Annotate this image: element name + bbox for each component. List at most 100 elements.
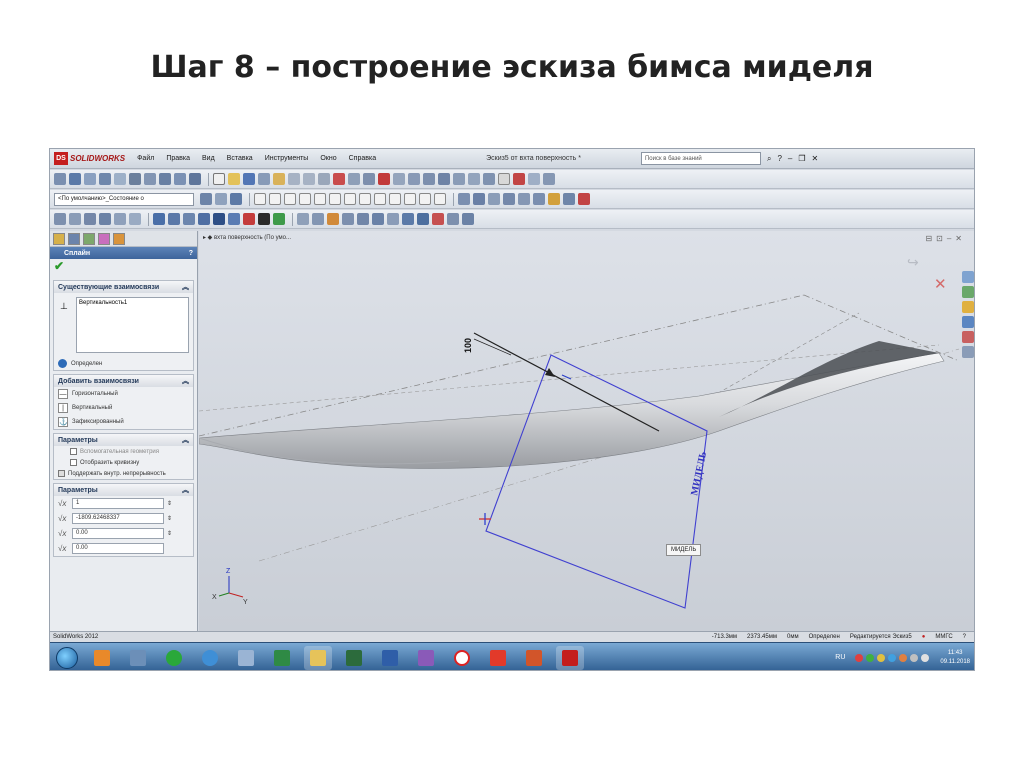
tray-icon[interactable] xyxy=(877,653,886,662)
add-relations-header[interactable]: Добавить взаимосвязи ︽ xyxy=(54,375,193,387)
paste-icon[interactable] xyxy=(303,173,315,185)
draft-analysis-icon[interactable] xyxy=(273,213,285,225)
taskbar-app-folder[interactable] xyxy=(304,645,332,670)
spinner-icon[interactable]: ⇕ xyxy=(167,515,172,522)
curvature-checkbox[interactable] xyxy=(70,459,77,466)
shaded-icon[interactable] xyxy=(153,213,165,225)
relation-fixed[interactable]: ⚓ Зафиксированный xyxy=(54,415,193,429)
relations-list[interactable]: Вертикальность1 xyxy=(76,297,189,353)
cartoon-icon[interactable] xyxy=(228,213,240,225)
relations-icon[interactable] xyxy=(189,173,201,185)
rebuild-status-icon[interactable]: ● xyxy=(922,634,926,640)
menu-edit[interactable]: Правка xyxy=(166,155,190,162)
pan-icon[interactable] xyxy=(114,213,126,225)
convert-entities-icon[interactable] xyxy=(458,193,470,205)
existing-relations-header[interactable]: Существующие взаимосвязи ︽ xyxy=(54,281,193,293)
trim-icon[interactable] xyxy=(144,173,156,185)
copy-icon[interactable] xyxy=(288,173,300,185)
property-manager-tab-icon[interactable] xyxy=(68,232,80,245)
resources-icon[interactable] xyxy=(962,271,974,283)
scene-icon[interactable] xyxy=(498,173,510,185)
relation-item[interactable]: Вертикальность1 xyxy=(79,300,186,306)
taskbar-app-yandex[interactable] xyxy=(448,646,476,670)
menu-window[interactable]: Окно xyxy=(320,155,336,162)
feature-tree-tab-icon[interactable] xyxy=(53,232,65,245)
print-icon[interactable] xyxy=(258,173,270,185)
undo-icon[interactable] xyxy=(348,173,360,185)
exit-sketch-icon[interactable]: ↪ xyxy=(907,254,919,270)
taskbar-app-tools[interactable] xyxy=(124,646,152,670)
mirror-entities-icon[interactable] xyxy=(518,193,530,205)
circle-tool-icon[interactable] xyxy=(284,193,296,205)
zoom-area-icon[interactable] xyxy=(69,213,81,225)
continuity-checkbox-row[interactable]: Поддержать внутр. непрерывность xyxy=(54,468,193,479)
construction-checkbox-row[interactable]: Вспомогательная геометрия xyxy=(54,446,193,457)
repair-sketch-icon[interactable] xyxy=(563,193,575,205)
menu-insert[interactable]: Вставка xyxy=(227,155,253,162)
linear-pattern-icon[interactable] xyxy=(327,213,339,225)
param-x-input[interactable]: -1809.62468337 xyxy=(72,513,164,524)
relation-vertical[interactable]: | Вертикальный xyxy=(54,401,193,415)
graphics-area[interactable]: ▸ ◆ вхта поверхность (По умо... ⊟⊡–✕ 100… xyxy=(199,231,975,631)
language-indicator[interactable]: RU xyxy=(835,654,845,661)
block-icon[interactable] xyxy=(402,213,414,225)
design-library-icon[interactable] xyxy=(962,286,974,298)
options-icon[interactable] xyxy=(393,173,405,185)
taskbar-app-winrar[interactable] xyxy=(412,646,440,670)
tray-icon[interactable] xyxy=(899,653,908,662)
collapse-icon[interactable]: ︽ xyxy=(182,485,189,495)
save-icon[interactable] xyxy=(243,173,255,185)
zebra-stripes-icon[interactable] xyxy=(258,213,270,225)
standard-views-icon[interactable] xyxy=(129,213,141,225)
dimxpert-tab-icon[interactable] xyxy=(98,232,110,245)
measure-icon[interactable] xyxy=(447,213,459,225)
polygon-tool-icon[interactable] xyxy=(299,193,311,205)
options-header[interactable]: Параметры ︽ xyxy=(54,434,193,446)
display-manager-tab-icon[interactable] xyxy=(113,232,125,245)
rebuild-icon[interactable] xyxy=(378,173,390,185)
shadows-icon[interactable] xyxy=(198,213,210,225)
taskbar-app-player[interactable] xyxy=(88,646,116,670)
move-entities-icon[interactable] xyxy=(533,193,545,205)
collapse-icon[interactable]: ︽ xyxy=(182,376,189,386)
custom-properties-icon[interactable] xyxy=(962,346,974,358)
tray-icon[interactable] xyxy=(866,653,875,662)
zoom-to-fit-icon[interactable] xyxy=(54,213,66,225)
sketch-chamfer-icon[interactable] xyxy=(312,213,324,225)
spinner-icon[interactable]: ⇕ xyxy=(167,500,172,507)
parabola-tool-icon[interactable] xyxy=(329,193,341,205)
menu-tools[interactable]: Инструменты xyxy=(265,155,309,162)
minimize-icon[interactable]: – xyxy=(788,154,792,163)
model-view[interactable]: 100 МИДЕЛЬ Z X Y ↪ ✕ xyxy=(199,231,975,631)
parameters-header[interactable]: Параметры ︽ xyxy=(54,484,193,496)
rotate-view-icon[interactable] xyxy=(99,213,111,225)
help-status-icon[interactable]: ? xyxy=(963,634,966,640)
blocks-icon[interactable] xyxy=(417,213,429,225)
mirror-icon[interactable] xyxy=(174,173,186,185)
construction-geometry-icon[interactable] xyxy=(372,213,384,225)
spinner-icon[interactable]: ⇕ xyxy=(167,530,172,537)
new-icon[interactable] xyxy=(213,173,225,185)
arc-tool-icon[interactable] xyxy=(344,193,356,205)
line-icon[interactable] xyxy=(69,173,81,185)
param-point-number-input[interactable]: 1 xyxy=(72,498,164,509)
display-style-icon[interactable] xyxy=(453,173,465,185)
configuration-select[interactable]: <По умолчанию>_Состояние о xyxy=(54,192,194,206)
param-weight-input[interactable]: 0.00 xyxy=(72,543,164,554)
section-view-icon[interactable] xyxy=(438,173,450,185)
view-palette-icon[interactable] xyxy=(962,316,974,328)
param-y-input[interactable]: 0.00 xyxy=(72,528,164,539)
window-icon[interactable] xyxy=(528,173,540,185)
offset-entities-icon[interactable] xyxy=(473,193,485,205)
delete-icon[interactable] xyxy=(333,173,345,185)
exit-sketch-icon[interactable] xyxy=(513,173,525,185)
zoom-fit-icon[interactable] xyxy=(423,173,435,185)
taskbar-app-powerpoint[interactable] xyxy=(520,646,548,670)
taskbar-app-ie[interactable] xyxy=(196,646,224,670)
select-icon[interactable] xyxy=(363,173,375,185)
grid-icon[interactable] xyxy=(215,193,227,205)
rect-tool-icon[interactable] xyxy=(269,193,281,205)
hidden-lines-icon[interactable] xyxy=(183,213,195,225)
previous-view-icon[interactable] xyxy=(84,213,96,225)
display-relations-icon[interactable] xyxy=(548,193,560,205)
